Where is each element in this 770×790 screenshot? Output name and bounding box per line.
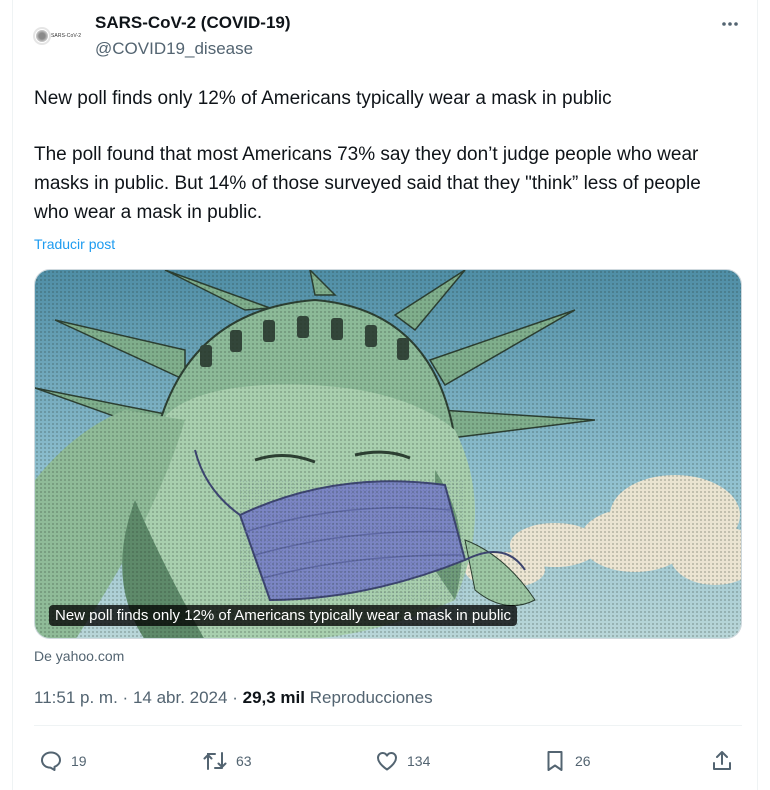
repost-button[interactable]: 63 (202, 745, 252, 777)
action-bar: 19 63 134 26 (34, 745, 742, 777)
virus-logo-icon (35, 29, 49, 43)
tweet-meta: 11:51 p. m. · 14 abr. 2024 · 29,3 mil Re… (34, 688, 433, 708)
statue-of-liberty-image (35, 270, 741, 638)
media-caption: New poll finds only 12% of Americans typ… (49, 605, 518, 626)
tweet-line-1: New poll finds only 12% of Americans typ… (34, 88, 612, 109)
author-display-name[interactable]: SARS-CoV-2 (COVID-19) (95, 13, 291, 33)
divider (34, 725, 742, 726)
author-handle[interactable]: @COVID19_disease (95, 39, 253, 59)
retweet-icon (203, 752, 227, 770)
bookmark-count: 26 (575, 753, 591, 769)
link-source[interactable]: De yahoo.com (34, 648, 124, 664)
share-icon (713, 751, 731, 770)
media-card[interactable]: New poll finds only 12% of Americans typ… (34, 269, 742, 639)
more-icon[interactable] (718, 12, 742, 36)
repost-count: 63 (236, 753, 252, 769)
like-button[interactable]: 134 (375, 745, 430, 777)
tweet-date[interactable]: 14 abr. 2024 (133, 688, 228, 707)
bookmark-button[interactable]: 26 (543, 745, 591, 777)
tweet-line-2: The poll found that most Americans 73% s… (34, 144, 701, 223)
reply-icon (41, 751, 61, 771)
bookmark-icon (547, 751, 563, 771)
tweet-text: New poll finds only 12% of Americans typ… (34, 84, 739, 227)
reply-count: 19 (71, 753, 87, 769)
avatar[interactable]: SARS-CoV-2 (35, 19, 83, 53)
views-label: Reproducciones (309, 688, 433, 707)
meta-separator: · (232, 688, 238, 707)
translate-post-link[interactable]: Traducir post (34, 236, 115, 252)
views-count: 29,3 mil (242, 688, 305, 707)
meta-separator: · (122, 688, 129, 707)
avatar-text: SARS-CoV-2 (51, 33, 82, 39)
like-count: 134 (407, 753, 431, 769)
reply-button[interactable]: 19 (39, 745, 87, 777)
tweet-time[interactable]: 11:51 p. m. (34, 688, 118, 707)
share-button[interactable] (710, 745, 734, 777)
heart-icon (377, 752, 397, 771)
